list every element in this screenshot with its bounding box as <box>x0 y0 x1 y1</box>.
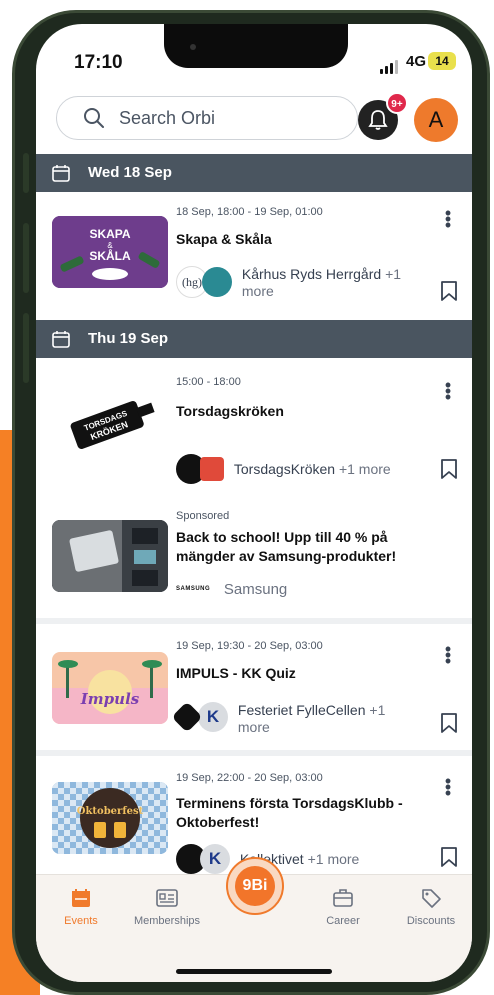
bottom-nav: Events Memberships 9Bi Career Discounts <box>36 857 472 982</box>
app-screen: 17:10 4G 14 Search Orbi 9+ A Wed 18 Sep <box>36 24 472 982</box>
event-time: 19 Sep, 19:30 - 20 Sep, 03:00 <box>176 640 323 652</box>
event-card[interactable]: Impuls 19 Sep, 19:30 - 20 Sep, 03:00 IMP… <box>36 624 472 750</box>
event-hosts: K Festeriet FylleCellen +1 more <box>171 701 408 736</box>
thumb-text: SKAPA <box>89 227 130 241</box>
nav-orbi-button[interactable]: 9Bi <box>226 857 284 915</box>
sponsored-label: Sponsored <box>176 510 230 522</box>
host-more: +1 more <box>307 850 360 867</box>
search-icon <box>84 108 104 128</box>
signal-icon <box>380 56 400 74</box>
event-card[interactable]: TORSDAGS KRÖKEN 15:00 - 18:00 Torsdagskr… <box>36 358 472 498</box>
more-options-icon[interactable]: • • • <box>442 640 454 670</box>
search-placeholder: Search Orbi <box>119 108 216 128</box>
date-label: Wed 18 Sep <box>88 164 172 181</box>
side-button <box>23 153 29 193</box>
event-time: 15:00 - 18:00 <box>176 376 241 388</box>
date-header: Wed 18 Sep <box>36 154 472 192</box>
bookmark-icon[interactable] <box>440 458 458 480</box>
event-time: 18 Sep, 18:00 - 19 Sep, 01:00 <box>176 206 323 218</box>
host-logo: K <box>198 702 228 732</box>
tag-icon <box>422 889 441 908</box>
membership-card-icon <box>156 889 178 907</box>
event-card[interactable]: SKAPA & SKÅLA 18 Sep, 18:00 - 19 Sep, 01… <box>36 192 472 312</box>
briefcase-icon <box>333 889 353 907</box>
notification-badge: 9+ <box>386 92 408 114</box>
dynamic-island <box>164 24 348 68</box>
more-options-icon[interactable]: • • • <box>442 772 454 802</box>
host-name: Festeriet FylleCellen <box>237 702 366 718</box>
battery-indicator: 14 <box>428 52 456 70</box>
sponsored-hosts: SAMSUNG Samsung <box>176 580 287 598</box>
host-logo: K <box>200 844 230 874</box>
nav-discounts-label: Discounts <box>406 915 456 927</box>
date-header: Thu 19 Sep <box>36 320 472 358</box>
event-title: IMPULS - KK Quiz <box>176 665 296 681</box>
svg-text:SKÅLA: SKÅLA <box>89 248 131 263</box>
event-thumbnail: TORSDAGS KRÖKEN <box>52 388 168 460</box>
sponsored-title: Back to school! Upp till 40 % på mängder… <box>176 529 397 564</box>
status-bar: 17:10 4G 14 <box>36 24 472 94</box>
samsung-logo: SAMSUNG <box>176 585 211 592</box>
home-indicator <box>176 969 332 974</box>
sponsored-card[interactable]: Sponsored Back to school! Upp till 40 % … <box>36 498 472 616</box>
host-logo <box>202 267 232 297</box>
sponsored-thumbnail <box>52 520 168 592</box>
status-time: 17:10 <box>74 52 123 73</box>
more-options-icon[interactable]: • • • <box>442 376 454 406</box>
nav-events[interactable]: Events <box>36 875 126 927</box>
thumb-text: Oktoberfest <box>77 806 144 817</box>
calendar-icon <box>52 331 70 348</box>
event-title: Torsdagskröken <box>176 403 284 419</box>
side-button <box>23 223 29 293</box>
avatar[interactable]: A <box>414 98 458 142</box>
bookmark-icon[interactable] <box>440 712 458 734</box>
bookmark-icon[interactable] <box>440 280 458 302</box>
more-options-icon[interactable]: • • • <box>442 204 454 234</box>
event-thumbnail: Oktoberfest <box>52 782 168 854</box>
calendar-icon <box>52 165 70 182</box>
network-type: 4G <box>406 53 427 70</box>
event-hosts: TorsdagsKröken +1 more <box>176 454 391 484</box>
host-more: +1 more <box>338 460 391 477</box>
event-title: Skapa & Skåla <box>176 231 272 247</box>
bell-icon <box>368 110 388 130</box>
nav-career-label: Career <box>326 915 360 927</box>
event-thumbnail: Impuls <box>52 652 168 724</box>
nav-memberships[interactable]: Memberships <box>122 875 212 927</box>
side-button <box>23 313 29 383</box>
host-name: TorsdagsKröken <box>233 460 336 477</box>
event-hosts: (hg) Kårhus Ryds Herrgård +1 more <box>176 266 422 300</box>
host-logo <box>171 701 203 733</box>
search-bar[interactable]: Search Orbi <box>56 96 358 140</box>
nav-events-label: Events <box>64 915 98 927</box>
event-title: Terminens första TorsdagsKlubb - Oktober… <box>176 795 403 830</box>
orbi-logo: 9Bi <box>235 866 275 906</box>
host-name: Kårhus Ryds Herrgård <box>241 266 382 282</box>
event-time: 19 Sep, 22:00 - 20 Sep, 03:00 <box>176 772 323 784</box>
thumb-text: Impuls <box>80 690 140 708</box>
nav-career[interactable]: Career <box>298 875 388 927</box>
nav-discounts[interactable]: Discounts <box>386 875 472 927</box>
host-logo <box>200 457 224 481</box>
event-thumbnail: SKAPA & SKÅLA <box>52 216 168 288</box>
date-label: Thu 19 Sep <box>88 330 169 347</box>
bookmark-icon[interactable] <box>440 846 458 868</box>
calendar-icon <box>72 889 90 907</box>
sponsor-name: Samsung <box>223 580 288 598</box>
nav-memberships-label: Memberships <box>133 915 201 927</box>
